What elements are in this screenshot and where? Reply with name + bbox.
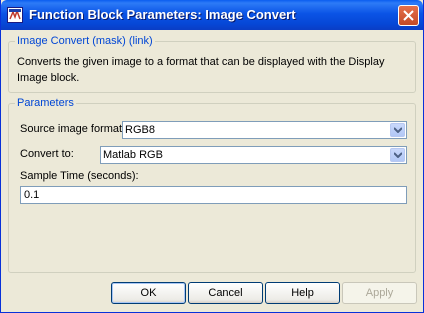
block-description: Converts the given image to a format tha… (17, 56, 385, 84)
ok-button-label: OK (140, 287, 157, 299)
convert-to-value: Matlab RGB (103, 149, 163, 161)
source-format-value: RGB8 (125, 124, 155, 136)
mask-group-legend: Image Convert (mask) (link) (15, 35, 155, 47)
close-icon (403, 10, 414, 21)
sample-time-value: 0.1 (24, 189, 40, 201)
dropdown-arrow-icon[interactable] (390, 148, 405, 162)
simulink-icon (7, 7, 23, 23)
mask-description-group: Image Convert (mask) (link) Converts the… (8, 35, 416, 93)
dialog-window: Function Block Parameters: Image Convert… (0, 0, 424, 313)
convert-to-dropdown[interactable]: Matlab RGB (100, 146, 407, 164)
sample-time-input[interactable]: 0.1 (20, 186, 407, 204)
help-button-label: Help (291, 287, 314, 299)
title-bar[interactable]: Function Block Parameters: Image Convert (1, 0, 423, 30)
cancel-button-label: Cancel (208, 287, 243, 299)
sample-time-label: Sample Time (seconds): (20, 170, 139, 182)
dropdown-arrow-icon[interactable] (390, 123, 405, 137)
source-format-label: Source image format: (20, 123, 126, 135)
convert-to-label: Convert to: (20, 148, 74, 160)
window-title: Function Block Parameters: Image Convert (29, 7, 296, 22)
apply-button-label: Apply (365, 287, 394, 299)
ok-button[interactable]: OK (111, 282, 186, 304)
cancel-button[interactable]: Cancel (188, 282, 263, 304)
parameters-group-legend: Parameters (15, 97, 76, 109)
apply-button: Apply (342, 282, 417, 304)
close-button[interactable] (398, 5, 419, 26)
source-format-dropdown[interactable]: RGB8 (122, 121, 407, 139)
parameters-group: Parameters Source image format: RGB8 Con… (8, 97, 416, 273)
help-button[interactable]: Help (265, 282, 340, 304)
